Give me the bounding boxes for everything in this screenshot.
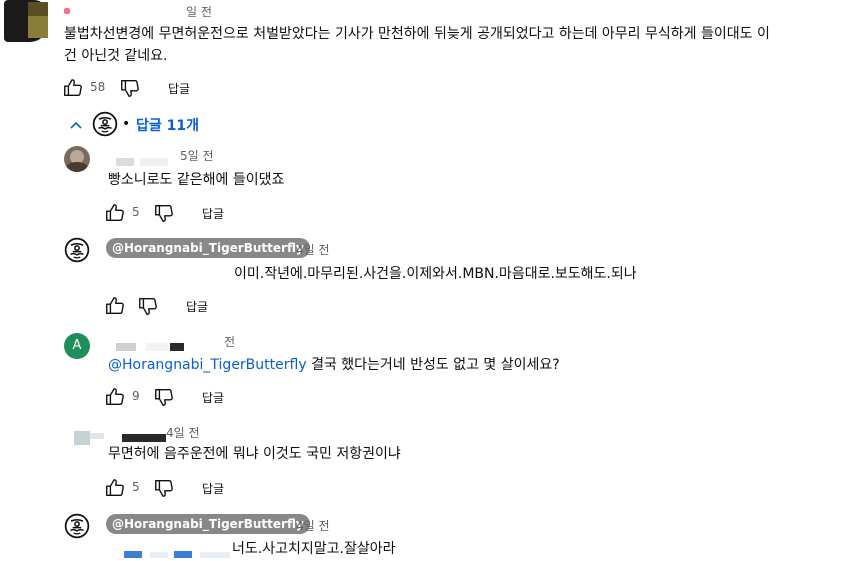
like-button[interactable]	[104, 202, 126, 224]
reply-button[interactable]: 답글	[202, 205, 224, 222]
mask-avatar-icon[interactable]	[64, 513, 90, 539]
reply-avatar[interactable]	[64, 146, 90, 172]
dislike-button[interactable]	[153, 477, 175, 499]
reply-text: 이미.작년에.마무리된.사건을.이제와서.MBN.마음대로.보도해도.되나	[234, 266, 637, 282]
reply-author-name[interactable]	[116, 158, 134, 166]
channel-badge[interactable]: @Horangnabi_TigerButterfly	[106, 238, 310, 258]
reply-button[interactable]: 답글	[186, 298, 208, 315]
thumb-down-icon	[137, 295, 159, 317]
reply-author-name-part	[170, 343, 184, 351]
like-button[interactable]	[104, 477, 126, 499]
reply-time: 전	[224, 335, 236, 349]
reply-time: 4일 전	[296, 519, 330, 533]
channel-badge[interactable]: @Horangnabi_TigerButterfly	[106, 514, 310, 534]
thumb-up-icon	[104, 202, 126, 224]
reply-text-body: 결국 했다는거네 반성도 없고 몇 살이세요?	[306, 357, 560, 373]
reply-text: 빵소니로도 같은해에 들이댔죠	[108, 172, 285, 188]
reply-avatar[interactable]	[74, 431, 104, 447]
author-name[interactable]	[64, 8, 70, 14]
reply-button[interactable]: 답글	[202, 389, 224, 406]
mask-avatar-icon[interactable]	[64, 237, 90, 263]
mask-avatar-icon	[92, 111, 118, 137]
blurred-text-part	[200, 552, 230, 558]
thumb-up-icon	[104, 386, 126, 408]
like-button[interactable]	[104, 386, 126, 408]
dislike-button[interactable]	[153, 386, 175, 408]
comment-text-line2: 건 아닌것 같네요.	[64, 48, 168, 64]
avatar-letter: A	[72, 338, 82, 353]
reply-author-name[interactable]	[116, 343, 136, 351]
reply-avatar[interactable]: A	[64, 333, 90, 359]
dislike-button[interactable]	[137, 295, 159, 317]
dislike-button[interactable]	[119, 77, 141, 99]
like-button[interactable]	[104, 295, 126, 317]
comment-text-line1: 불법차선변경에 무면허운전으로 처벌받았다는 기사가 만천하에 뒤늦게 공개되었…	[64, 26, 770, 42]
reply-text: 너도.사고치지말고.잘살아라	[232, 541, 396, 557]
like-count: 9	[132, 389, 140, 403]
thumb-down-icon	[153, 477, 175, 499]
dislike-button[interactable]	[153, 202, 175, 224]
reply-author-name-part	[140, 158, 168, 166]
replies-count-label: 답글 11개	[136, 118, 199, 134]
mention-link[interactable]: @Horangnabi_TigerButterfly	[108, 357, 307, 373]
thumb-up-icon	[104, 477, 126, 499]
like-count: 58	[90, 80, 106, 94]
blurred-text-part	[150, 552, 168, 558]
like-count: 5	[132, 480, 140, 494]
thumb-down-icon	[153, 202, 175, 224]
reply-author-name-part	[146, 343, 168, 351]
thumb-down-icon	[153, 386, 175, 408]
reply-button[interactable]: 답글	[202, 480, 224, 497]
comment-time: 일 전	[186, 5, 212, 19]
replies-toggle[interactable]: • 답글 11개	[66, 111, 216, 137]
like-button[interactable]	[62, 77, 84, 99]
chevron-up-icon	[70, 121, 82, 129]
reply-author-name[interactable]	[122, 434, 166, 442]
blurred-text-part	[174, 551, 192, 558]
reply-time: 4일 전	[296, 243, 330, 257]
toggle-bullet: •	[122, 116, 131, 132]
reply-button[interactable]: 답글	[168, 80, 190, 97]
reply-text: 무면허에 음주운전에 뭐냐 이것도 국민 저항권이냐	[108, 446, 401, 462]
blurred-text-part	[124, 551, 142, 558]
author-avatar[interactable]	[4, 0, 48, 42]
thumb-up-icon	[104, 295, 126, 317]
reply-text: @Horangnabi_TigerButterfly 결국 했다는거네 반성도 …	[108, 355, 560, 375]
reply-time: 4일 전	[166, 426, 200, 440]
thumb-down-icon	[119, 77, 141, 99]
reply-time: 5일 전	[180, 149, 214, 163]
thumb-up-icon	[62, 77, 84, 99]
like-count: 5	[132, 205, 140, 219]
